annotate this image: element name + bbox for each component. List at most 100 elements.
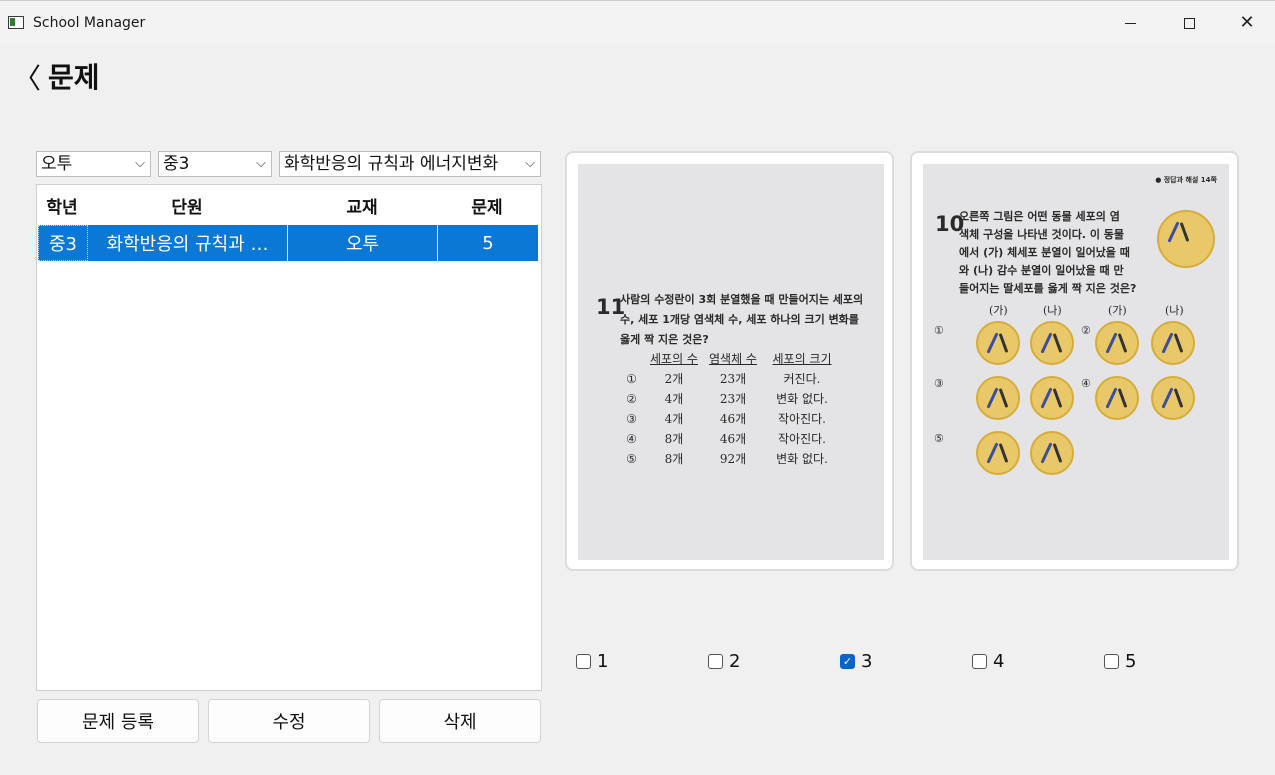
column-header-book[interactable]: 교재	[287, 185, 437, 225]
choice-cell: 2개	[664, 372, 684, 386]
grade-select-value: 중3	[163, 154, 190, 174]
cell-diagram	[1095, 376, 1139, 420]
cell-diagram	[1030, 321, 1074, 365]
checkbox-label: 5	[1125, 650, 1137, 672]
question-line: 수, 세포 1개당 염색체 수, 세포 하나의 크기 변화를	[620, 313, 859, 326]
answer-choices-table: 세포의 수 염색체 수 세포의 크기 ① 2개 23개 커진다. ② 4개 23개 변화 없다.…	[614, 349, 837, 469]
close-icon: ✕	[1239, 12, 1255, 33]
answer-checkbox-5[interactable]: 5	[1104, 650, 1137, 672]
problem-table[interactable]: 학년 단원 교재 문제 중3 화학반응의 규칙과 … 오투 5	[36, 184, 542, 691]
textbook-select[interactable]: 오투 ⌵	[36, 151, 151, 177]
back-icon[interactable]: 〈	[13, 57, 41, 97]
unit-select-value: 화학반응의 규칙과 에너지변화	[284, 154, 499, 174]
checkmark-icon[interactable]: ✓	[840, 653, 855, 669]
choice-cell: ①	[626, 372, 637, 386]
chevron-down-icon: ⌵	[525, 156, 535, 171]
choice-marker: ⑤	[934, 432, 944, 445]
delete-button[interactable]: 삭제	[379, 699, 541, 743]
unit-select[interactable]: 화학반응의 규칙과 에너지변화 ⌵	[279, 151, 541, 177]
question-line: 와 (나) 감수 분열이 일어났을 때 만	[959, 264, 1124, 277]
checkbox-box[interactable]	[708, 653, 723, 669]
page-title: 문제	[48, 61, 100, 94]
cell-diagram	[1151, 321, 1195, 365]
choice-cell: 변화 없다.	[776, 392, 828, 406]
choice-cell: 92개	[719, 452, 747, 466]
problem-image-card[interactable]: ● 정답과 해설 14쪽 10 오른쪽 그림은 어떤 동물 세포의 염 색체 구…	[910, 151, 1239, 571]
column-label: (가)	[989, 304, 1008, 317]
cell-diagram	[976, 321, 1020, 365]
cell-problem: 5	[482, 232, 494, 254]
choice-header: 세포의 수	[650, 352, 698, 366]
column-label: (가)	[1108, 304, 1127, 317]
maximize-button[interactable]	[1160, 1, 1218, 45]
answer-checkbox-4[interactable]: 4	[972, 650, 1005, 672]
choice-cell: 46개	[719, 412, 747, 426]
choice-cell: ⑤	[626, 452, 637, 466]
choice-cell: 8개	[664, 432, 684, 446]
choice-cell: 작아진다.	[778, 412, 826, 426]
table-row[interactable]: 중3 화학반응의 규칙과 … 오투 5	[38, 225, 538, 261]
checkbox-box[interactable]	[1104, 653, 1119, 669]
choice-cell: 23개	[719, 392, 747, 406]
cell-diagram	[1095, 321, 1139, 365]
maximize-icon	[1183, 17, 1195, 29]
chevron-down-icon: ⌵	[256, 156, 266, 171]
checkbox-label: 3	[861, 650, 873, 672]
choice-cell: 4개	[664, 412, 684, 426]
title-bar: School Manager ✕	[0, 0, 1275, 44]
cell-diagram	[1030, 376, 1074, 420]
cell-diagram	[1151, 376, 1195, 420]
grade-select[interactable]: 중3 ⌵	[158, 151, 272, 177]
chevron-down-icon: ⌵	[135, 156, 145, 171]
column-header-grade[interactable]: 학년	[37, 185, 87, 225]
choice-marker: ③	[934, 377, 944, 390]
cell-diagram	[1030, 431, 1074, 475]
choice-cell: ④	[626, 432, 637, 446]
problem-photo: ● 정답과 해설 14쪽 10 오른쪽 그림은 어떤 동물 세포의 염 색체 구…	[923, 164, 1229, 560]
column-header-unit[interactable]: 단원	[87, 185, 287, 225]
minimize-icon	[1124, 22, 1136, 24]
cell-unit: 화학반응의 규칙과 …	[88, 225, 288, 261]
edit-button[interactable]: 수정	[208, 699, 370, 743]
question-text: 사람의 수정란이 3회 분열했을 때 만들어지는 세포의 수, 세포 1개당 염…	[620, 290, 863, 350]
cell-diagram	[976, 431, 1020, 475]
question-text: 오른쪽 그림은 어떤 동물 세포의 염 색체 구성을 나타낸 것이다. 이 동물…	[959, 208, 1136, 298]
problem-image-card[interactable]: 11 사람의 수정란이 3회 분열했을 때 만들어지는 세포의 수, 세포 1개…	[565, 151, 894, 571]
column-label: (나)	[1165, 304, 1184, 317]
minimize-button[interactable]	[1101, 1, 1159, 45]
answer-checkbox-3[interactable]: ✓ 3	[840, 650, 873, 672]
answer-checkbox-1[interactable]: 1	[576, 650, 609, 672]
window-title: School Manager	[33, 15, 146, 31]
answer-page-note: ● 정답과 해설 14쪽	[1155, 176, 1217, 184]
textbook-select-value: 오투	[41, 154, 73, 174]
cell-diagram	[976, 376, 1020, 420]
choice-cell: 46개	[719, 432, 747, 446]
choice-marker: ②	[1081, 324, 1091, 337]
question-line: 사람의 수정란이 3회 분열했을 때 만들어지는 세포의	[620, 293, 864, 306]
answer-checkbox-2[interactable]: 2	[708, 650, 741, 672]
column-header-problem[interactable]: 문제	[437, 185, 537, 225]
question-line: 색체 구성을 나타낸 것이다. 이 동물	[959, 228, 1125, 241]
choice-header: 세포의 크기	[772, 352, 832, 366]
app-icon	[8, 16, 24, 29]
register-problem-button[interactable]: 문제 등록	[37, 699, 199, 743]
checkbox-label: 2	[729, 650, 741, 672]
choice-cell: ②	[626, 392, 637, 406]
choice-marker: ④	[1081, 377, 1091, 390]
checkbox-box[interactable]	[576, 653, 591, 669]
question-line: 오른쪽 그림은 어떤 동물 세포의 염	[959, 210, 1120, 223]
checkbox-label: 4	[993, 650, 1005, 672]
choice-marker: ①	[934, 324, 944, 337]
choice-header: 염색체 수	[709, 352, 757, 366]
checkbox-box[interactable]	[972, 653, 987, 669]
checkbox-label: 1	[597, 650, 609, 672]
choice-cell: 작아진다.	[778, 432, 826, 446]
question-line: 에서 (가) 체세포 분열이 일어났을 때	[959, 246, 1130, 259]
problem-photo: 11 사람의 수정란이 3회 분열했을 때 만들어지는 세포의 수, 세포 1개…	[578, 164, 884, 560]
cell-diagram	[1157, 210, 1215, 268]
question-line: 들어지는 딸세포를 옳게 짝 지은 것은?	[959, 282, 1137, 295]
choice-cell: 23개	[719, 372, 747, 386]
cell-book: 오투	[288, 225, 438, 261]
close-button[interactable]: ✕	[1218, 1, 1275, 45]
cell-grade: 중3	[38, 225, 88, 261]
